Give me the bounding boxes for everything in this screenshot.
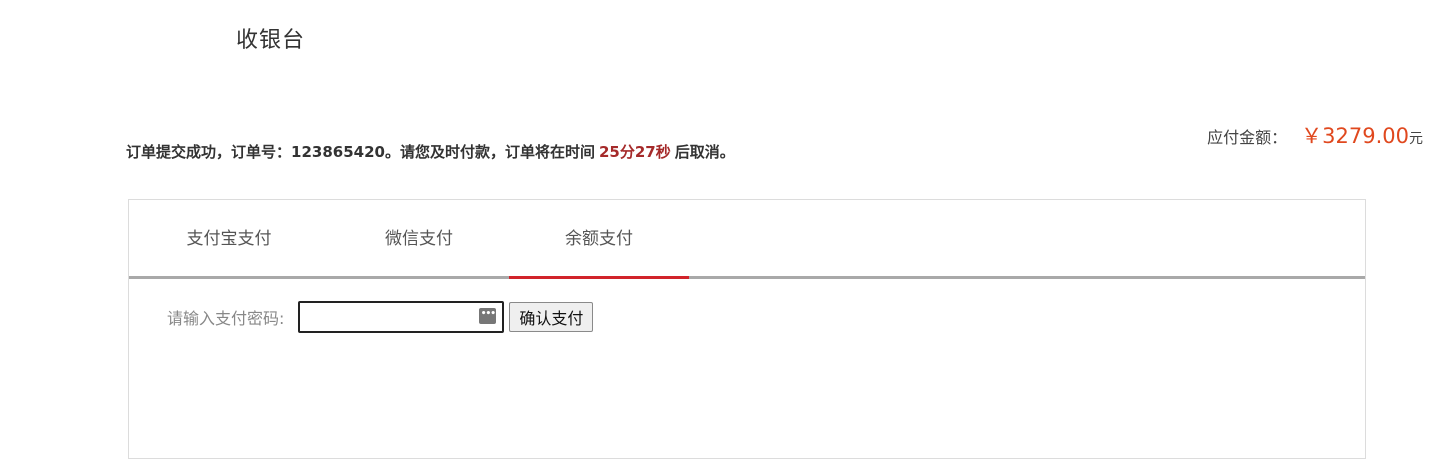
amount-label: 应付金额： — [1207, 128, 1288, 147]
amount-due: 应付金额： ￥3279.00 元 — [1207, 120, 1423, 150]
amount-unit: 元 — [1409, 131, 1423, 147]
tab-balance-pay[interactable]: 余额支付 — [509, 200, 689, 279]
confirm-pay-button[interactable]: 确认支付 — [509, 302, 594, 332]
payment-panel: 支付宝支付 微信支付 余额支付 请输入支付密码: ••• 确认支付 — [128, 199, 1366, 459]
order-suffix-text: 后取消。 — [674, 143, 735, 161]
password-key-icon[interactable]: ••• — [479, 308, 497, 324]
page-title: 收银台 — [236, 28, 306, 53]
tab-wechat-pay[interactable]: 微信支付 — [329, 200, 509, 276]
password-input[interactable] — [300, 303, 503, 331]
tab-alipay[interactable]: 支付宝支付 — [129, 200, 329, 276]
balance-pay-form: 请输入支付密码: ••• 确认支付 — [167, 301, 594, 333]
password-label: 请输入支付密码: — [167, 309, 285, 328]
password-field-wrapper: ••• — [298, 301, 505, 333]
order-middle-text: 。请您及时付款，订单将在时间 — [384, 143, 595, 161]
payment-tabs: 支付宝支付 微信支付 余额支付 — [129, 200, 1365, 279]
order-number: 123865420 — [291, 143, 385, 161]
order-prefix-text: 订单提交成功，订单号： — [126, 143, 292, 161]
order-status-message: 订单提交成功，订单号：123865420。请您及时付款，订单将在时间 25分27秒… — [126, 141, 735, 162]
amount-value: ￥3279.00 — [1301, 124, 1409, 148]
countdown-timer: 25分27秒 — [598, 143, 671, 161]
